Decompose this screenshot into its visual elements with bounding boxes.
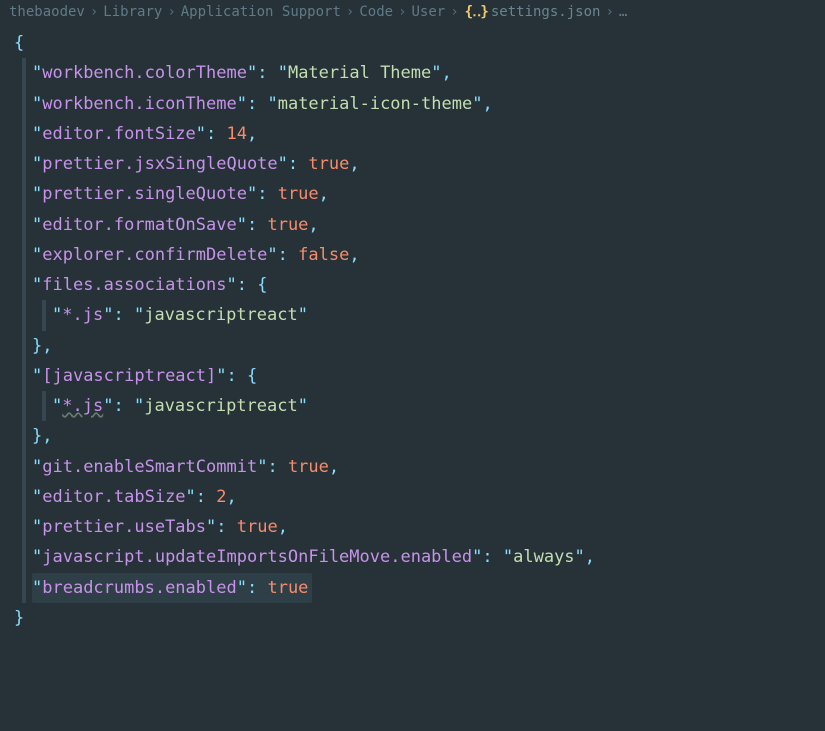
breadcrumb-filename[interactable]: settings.json bbox=[490, 0, 602, 24]
code-line[interactable]: "workbench.iconTheme": "material-icon-th… bbox=[8, 89, 825, 119]
code-line[interactable]: "[javascriptreact]": { bbox=[8, 361, 825, 391]
json-braces-icon: {‥} bbox=[463, 0, 490, 24]
code-line[interactable]: "prettier.jsxSingleQuote": true, bbox=[8, 149, 825, 179]
breadcrumb-item[interactable]: thebaodev bbox=[8, 0, 86, 24]
breadcrumb-item[interactable]: Code bbox=[358, 0, 394, 24]
code-line[interactable]: "*.js": "javascriptreact" bbox=[8, 391, 825, 421]
code-line[interactable]: { bbox=[8, 28, 825, 58]
breadcrumb-item[interactable]: User bbox=[411, 0, 447, 24]
chevron-right-icon: › bbox=[601, 0, 617, 24]
code-line[interactable]: "editor.fontSize": 14, bbox=[8, 119, 825, 149]
code-line[interactable]: "workbench.colorTheme": "Material Theme"… bbox=[8, 58, 825, 88]
code-line[interactable]: "files.associations": { bbox=[8, 270, 825, 300]
code-line[interactable]: "prettier.singleQuote": true, bbox=[8, 179, 825, 209]
code-line[interactable]: "javascript.updateImportsOnFileMove.enab… bbox=[8, 542, 825, 572]
code-line[interactable]: "editor.formatOnSave": true, bbox=[8, 210, 825, 240]
breadcrumb-ellipsis[interactable]: … bbox=[618, 0, 628, 24]
code-line[interactable]: "explorer.confirmDelete": false, bbox=[8, 240, 825, 270]
code-line[interactable]: "breadcrumbs.enabled": true bbox=[8, 573, 825, 603]
breadcrumb[interactable]: thebaodev › Library › Application Suppor… bbox=[0, 0, 825, 24]
chevron-right-icon: › bbox=[446, 0, 462, 24]
code-line[interactable]: "*.js": "javascriptreact" bbox=[8, 300, 825, 330]
chevron-right-icon: › bbox=[394, 0, 410, 24]
code-editor[interactable]: {"workbench.colorTheme": "Material Theme… bbox=[0, 24, 825, 633]
breadcrumb-item[interactable]: Library bbox=[102, 0, 163, 24]
code-line[interactable]: "git.enableSmartCommit": true, bbox=[8, 452, 825, 482]
breadcrumb-item[interactable]: Application Support bbox=[180, 0, 342, 24]
chevron-right-icon: › bbox=[86, 0, 102, 24]
chevron-right-icon: › bbox=[342, 0, 358, 24]
code-line[interactable]: }, bbox=[8, 331, 825, 361]
chevron-right-icon: › bbox=[163, 0, 179, 24]
code-line[interactable]: }, bbox=[8, 421, 825, 451]
code-line[interactable]: "prettier.useTabs": true, bbox=[8, 512, 825, 542]
code-line[interactable]: "editor.tabSize": 2, bbox=[8, 482, 825, 512]
code-line[interactable]: } bbox=[8, 603, 825, 633]
